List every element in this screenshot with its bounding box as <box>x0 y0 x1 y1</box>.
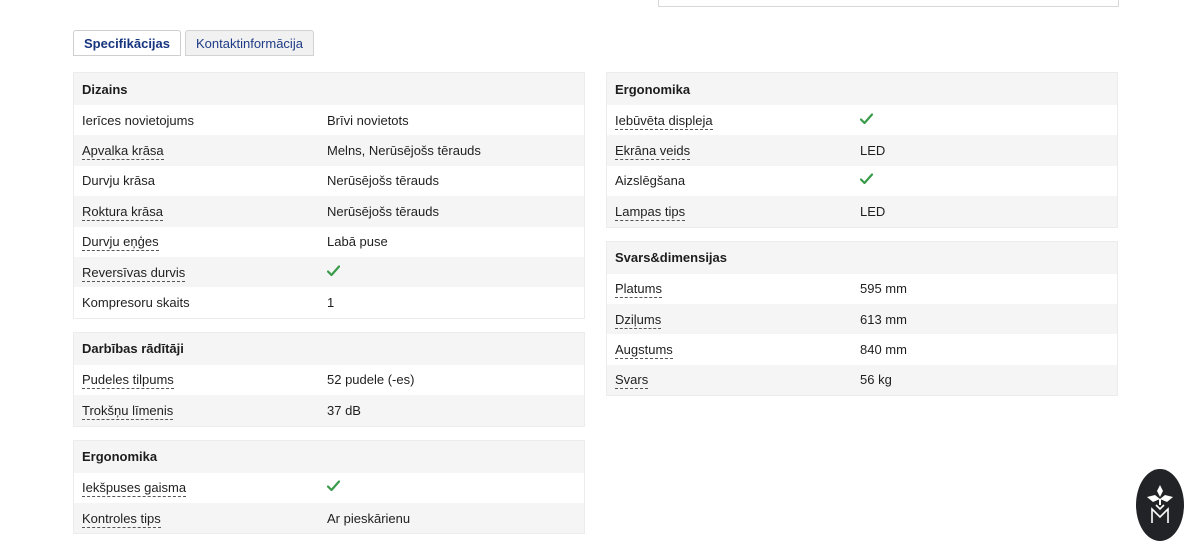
spec-label-text: Pudeles tilpums <box>82 372 174 390</box>
spec-label-text: Roktura krāsa <box>82 203 163 221</box>
spec-row: Svars 56 kg <box>607 364 1117 396</box>
spec-row: Lampas tips LED <box>607 196 1117 227</box>
spec-label-text: Aizslēgšana <box>615 173 686 189</box>
spec-value <box>860 113 1117 128</box>
spec-value: Labā puse <box>327 234 388 250</box>
spec-value: 595 mm <box>860 281 907 297</box>
spec-label-text: Dziļums <box>615 311 662 329</box>
section-title: Svars&dimensijas <box>607 241 1117 274</box>
check-icon <box>860 113 873 125</box>
spec-label-text: Reversīvas durvis <box>82 264 186 282</box>
brand-emblem-button[interactable] <box>1136 469 1184 541</box>
spec-label[interactable]: Dziļums <box>607 311 860 329</box>
spec-value <box>327 480 584 495</box>
spec-column-left: Dizains Ierīces novietojums Brīvi novietot… <box>73 72 585 547</box>
spec-value: Ar pieskārienu <box>327 510 411 526</box>
spec-value: 613 mm <box>860 311 907 327</box>
spec-row: Augstums 840 mm <box>607 334 1117 365</box>
top-panel-edge <box>658 0 1119 7</box>
check-icon <box>327 265 340 277</box>
spec-row: Dziļums 613 mm <box>607 303 1117 335</box>
spec-label[interactable]: Durvju eņģes <box>74 234 327 252</box>
spec-row: Kompresoru skaits 1 <box>74 287 584 318</box>
spec-label-text: Svars <box>615 372 649 390</box>
spec-label[interactable]: Platums <box>607 281 860 299</box>
spec-row: Apvalka krāsa Melns, Nerūsējošs tērauds <box>74 135 584 166</box>
spec-value: Melns, Nerūsējošs tērauds <box>327 143 481 159</box>
spec-label[interactable]: Apvalka krāsa <box>74 143 327 161</box>
spec-value: 1 <box>327 295 335 311</box>
spec-label-text: Augstums <box>615 342 673 360</box>
spec-value: Nerūsējošs tērauds <box>327 203 439 219</box>
spec-label[interactable]: Pudeles tilpums <box>74 372 327 390</box>
spec-label-text: Iekšpuses gaisma <box>82 480 187 498</box>
spec-label[interactable]: Iebūvēta displeja <box>607 112 860 130</box>
section-title: Darbības rādītāji <box>74 332 584 365</box>
section-title: Ergonomika <box>74 440 584 473</box>
spec-label-text: Durvju krāsa <box>82 173 155 189</box>
spec-section: Ergonomika Iekšpuses gaisma Kontroles tips… <box>73 439 585 535</box>
spec-label-text: Kontroles tips <box>82 510 161 528</box>
tab-specifications[interactable]: Specifikācijas <box>73 30 181 56</box>
spec-label-text: Ekrāna veids <box>615 143 691 161</box>
spec-row: Roktura krāsa Nerūsējošs tērauds <box>74 196 584 227</box>
spec-value <box>860 173 1117 188</box>
spec-row: Iekšpuses gaisma <box>74 472 584 503</box>
tab-bar: Specifikācijas Kontaktinformācija <box>73 30 314 56</box>
spec-row: Durvju eņģes Labā puse <box>74 226 584 257</box>
spec-row: Ierīces novietojums Brīvi novietots <box>74 105 584 136</box>
spec-label[interactable]: Kontroles tips <box>74 510 327 528</box>
spec-label-text: Lampas tips <box>615 203 686 221</box>
spec-label: Kompresoru skaits <box>74 295 327 310</box>
spec-section: Darbības rādītāji Pudeles tilpums 52 pudel… <box>73 331 585 427</box>
check-icon <box>327 480 340 492</box>
spec-row: Aizslēgšana <box>607 165 1117 197</box>
spec-value <box>327 265 584 280</box>
spec-label-text: Durvju eņģes <box>82 234 159 252</box>
spec-label: Durvju krāsa <box>74 173 327 188</box>
spec-label-text: Ierīces novietojums <box>82 112 194 128</box>
spec-section: Dizains Ierīces novietojums Brīvi novietot… <box>73 72 585 319</box>
spec-label-text: Trokšņu līmenis <box>82 402 174 420</box>
spec-row: Reversīvas durvis <box>74 256 584 288</box>
spec-label-text: Apvalka krāsa <box>82 143 164 161</box>
spec-label[interactable]: Augstums <box>607 342 860 360</box>
spec-row: Trokšņu līmenis 37 dB <box>74 395 584 426</box>
spec-value: Nerūsējošs tērauds <box>327 173 439 189</box>
spec-label[interactable]: Ekrāna veids <box>607 143 860 161</box>
section-title: Ergonomika <box>607 73 1117 105</box>
spec-section: Svars&dimensijas Platums 595 mm Dziļums 613 … <box>606 240 1118 397</box>
spec-label: Ierīces novietojums <box>74 113 327 128</box>
spec-row: Platums 595 mm <box>607 273 1117 304</box>
section-title: Dizains <box>74 73 584 105</box>
spec-column-right: Ergonomika Iebūvēta displeja Ekrāna veids L… <box>606 72 1118 409</box>
spec-label-text: Kompresoru skaits <box>82 295 190 311</box>
spec-label-text: Platums <box>615 281 662 299</box>
brand-emblem-icon <box>1147 485 1173 523</box>
spec-label[interactable]: Lampas tips <box>607 203 860 221</box>
spec-value: 840 mm <box>860 342 907 358</box>
spec-label[interactable]: Roktura krāsa <box>74 203 327 221</box>
spec-label: Aizslēgšana <box>607 173 860 188</box>
tab-contact-info[interactable]: Kontaktinformācija <box>185 30 314 56</box>
spec-value: LED <box>860 143 886 159</box>
spec-row: Iebūvēta displeja <box>607 105 1117 136</box>
spec-label[interactable]: Reversīvas durvis <box>74 264 327 282</box>
spec-row: Ekrāna veids LED <box>607 135 1117 166</box>
spec-label-text: Iebūvēta displeja <box>615 112 713 130</box>
spec-row: Durvju krāsa Nerūsējošs tērauds <box>74 165 584 197</box>
spec-label[interactable]: Iekšpuses gaisma <box>74 480 327 498</box>
spec-value: LED <box>860 203 886 219</box>
spec-section: Ergonomika Iebūvēta displeja Ekrāna veids L… <box>606 72 1118 228</box>
spec-value: 56 kg <box>860 372 892 388</box>
spec-label[interactable]: Svars <box>607 372 860 390</box>
spec-row: Pudeles tilpums 52 pudele (-es) <box>74 364 584 396</box>
spec-value: 37 dB <box>327 402 361 418</box>
spec-row: Kontroles tips Ar pieskārienu <box>74 502 584 534</box>
spec-value: Brīvi novietots <box>327 112 409 128</box>
check-icon <box>860 173 873 185</box>
spec-label[interactable]: Trokšņu līmenis <box>74 402 327 420</box>
spec-value: 52 pudele (-es) <box>327 372 415 388</box>
